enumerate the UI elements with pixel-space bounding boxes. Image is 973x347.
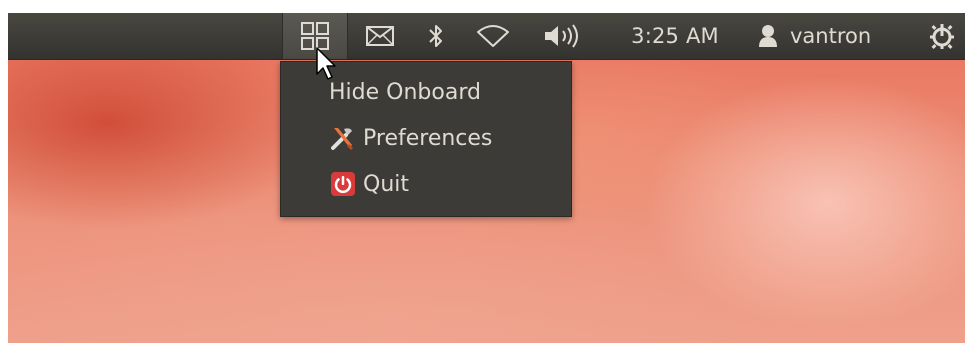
clock[interactable]: 3:25 AM: [620, 13, 730, 59]
desktop-wallpaper: 3:25 AM vantron Hide Onboard Preferences…: [8, 13, 965, 343]
user-name: vantron: [790, 24, 872, 48]
menu-item-quit[interactable]: Quit: [281, 162, 571, 206]
bluetooth-icon: [429, 25, 442, 47]
menu-item-hide-onboard[interactable]: Hide Onboard: [281, 70, 571, 114]
network-indicator[interactable]: [473, 13, 513, 59]
menu-item-preferences[interactable]: Preferences: [281, 116, 571, 160]
menu-item-label: Quit: [363, 171, 409, 197]
onboard-dropdown-menu: Hide Onboard Preferences Quit: [280, 61, 572, 217]
session-indicator[interactable]: [924, 13, 960, 59]
wifi-icon: [477, 25, 509, 47]
sound-indicator[interactable]: [538, 13, 588, 59]
onboard-keyboard-icon: [301, 22, 329, 50]
user-person-icon: [759, 25, 777, 47]
menu-item-label: Hide Onboard: [329, 79, 481, 105]
top-panel: 3:25 AM vantron: [8, 13, 965, 60]
tools-icon: [329, 124, 357, 152]
bluetooth-indicator[interactable]: [422, 13, 450, 59]
power-quit-icon: [329, 170, 357, 198]
mail-envelope-icon: [366, 26, 394, 46]
onboard-indicator[interactable]: [282, 13, 348, 59]
power-gear-icon: [930, 24, 954, 49]
user-indicator[interactable]: vantron: [758, 13, 908, 59]
volume-speaker-icon: [545, 24, 578, 48]
messaging-indicator[interactable]: [360, 13, 400, 59]
menu-item-label: Preferences: [363, 125, 493, 151]
